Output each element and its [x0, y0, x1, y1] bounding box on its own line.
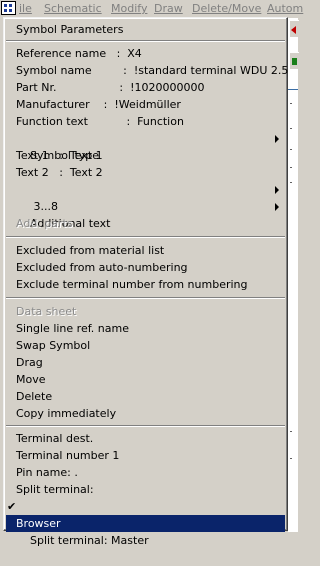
menu-separator	[6, 40, 285, 42]
menu-item-copy-immediately[interactable]: Copy immediately	[6, 405, 285, 422]
menu-item-part-nr[interactable]: Part Nr. : !1020000000	[6, 79, 285, 96]
menu-item-symbol-type[interactable]: Symbol type	[6, 130, 285, 162]
menu-title-symbol-parameters[interactable]: Symbol Parameters	[6, 21, 285, 38]
red-arrow-icon	[291, 26, 296, 34]
menu-schematic[interactable]: Schematic	[44, 2, 102, 15]
background-mark	[290, 128, 292, 129]
menu-separator	[6, 236, 285, 238]
menu-separator	[6, 297, 285, 299]
menu-item-additional-text[interactable]: Additional text	[6, 198, 285, 230]
background-mark	[290, 149, 292, 150]
menu-item-reference-name[interactable]: Reference name : X4	[6, 45, 285, 62]
menu-item-split-terminal[interactable]: Split terminal:	[6, 481, 285, 498]
menu-item-terminal-dest[interactable]: Terminal dest.	[6, 430, 285, 447]
menu-item-symbol-name[interactable]: Symbol name : !standard terminal WDU 2.5	[6, 62, 288, 79]
background-mark	[290, 431, 292, 432]
submenu-arrow-icon	[275, 203, 279, 211]
background-mark	[290, 103, 292, 104]
background-divider	[288, 89, 298, 90]
app-menubar: ile Schematic Modify Draw Delete/Move Au…	[0, 0, 303, 18]
menu-item-pin-name[interactable]: Pin name: .	[6, 464, 285, 481]
background-mark	[290, 182, 292, 183]
menu-item-delete[interactable]: Delete	[6, 388, 285, 405]
menu-automatic[interactable]: Autom	[267, 2, 303, 15]
background-mark	[290, 458, 292, 459]
menu-item-function-text[interactable]: Function text : Function	[6, 113, 285, 130]
menu-item-move[interactable]: Move	[6, 371, 285, 388]
menu-delete-move[interactable]: Delete/Move	[192, 2, 261, 15]
menu-file[interactable]: ile	[19, 2, 32, 15]
background-canvas	[288, 18, 298, 532]
menu-item-text-3-8[interactable]: 3...8	[6, 181, 285, 213]
menu-item-add-parts: Add. parts	[16, 217, 73, 230]
menu-separator	[6, 425, 285, 427]
menu-modify[interactable]: Modify	[111, 2, 147, 15]
background-mark	[290, 167, 292, 168]
menu-item-swap-symbol[interactable]: Swap Symbol	[6, 337, 285, 354]
menu-item-text-2[interactable]: Text 2 : Text 2	[6, 164, 285, 181]
menu-item-browser[interactable]: Browser	[6, 515, 285, 532]
app-grid-icon[interactable]	[1, 1, 16, 15]
submenu-arrow-icon	[275, 186, 279, 194]
menu-item-excluded-auto-numbering[interactable]: Excluded from auto-numbering	[6, 259, 285, 276]
symbol-context-menu: Symbol Parameters Reference name : X4 Sy…	[3, 17, 288, 547]
menu-item-single-line-ref-name[interactable]: Single line ref. name	[6, 320, 285, 337]
green-tool-icon	[292, 58, 297, 65]
menu-item-split-terminal-master[interactable]: ✔ Split terminal: Master	[6, 498, 285, 547]
menu-item-label: Split terminal: Master	[30, 534, 149, 547]
submenu-arrow-icon	[275, 135, 279, 143]
menu-item-text-1[interactable]: Text 1 : Text 1	[6, 147, 285, 164]
menu-item-data-sheet: Data sheet	[16, 305, 77, 318]
checkmark-icon: ✔	[7, 500, 17, 513]
menu-item-excluded-material-list[interactable]: Excluded from material list	[6, 242, 285, 259]
menu-draw[interactable]: Draw	[154, 2, 183, 15]
menu-item-manufacturer[interactable]: Manufacturer : !Weidmüller	[6, 96, 285, 113]
menu-item-drag[interactable]: Drag	[6, 354, 285, 371]
menu-item-exclude-terminal-number[interactable]: Exclude terminal number from numbering	[6, 276, 285, 293]
menu-item-terminal-number-1[interactable]: Terminal number 1	[6, 447, 285, 464]
